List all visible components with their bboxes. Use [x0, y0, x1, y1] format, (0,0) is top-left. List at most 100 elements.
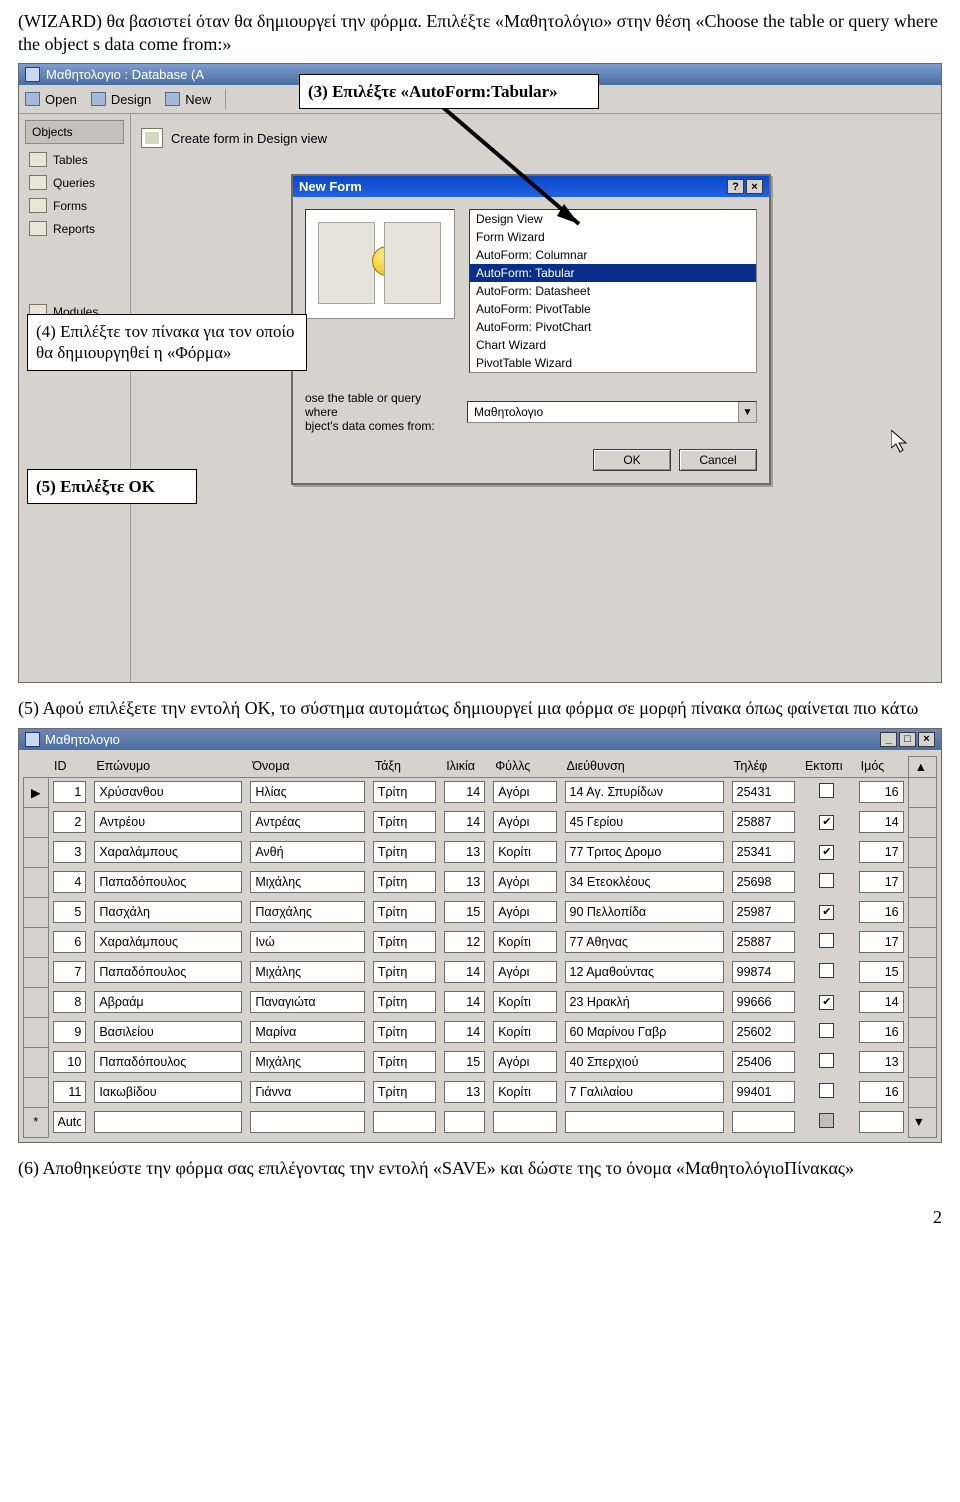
minimize-button[interactable]: _ [880, 732, 897, 747]
scrollbar-track[interactable] [908, 777, 936, 807]
cell-input[interactable] [565, 991, 724, 1013]
cell-input[interactable] [493, 1081, 556, 1103]
row-selector[interactable] [24, 987, 49, 1017]
cell-input[interactable] [53, 991, 87, 1013]
cell-input[interactable] [53, 1051, 87, 1073]
sidebar-item-tables[interactable]: Tables [19, 148, 130, 171]
checkbox[interactable] [819, 1053, 834, 1068]
checkbox[interactable] [819, 815, 834, 830]
cell-input[interactable] [373, 961, 436, 983]
scrollbar-track[interactable] [908, 807, 936, 837]
chevron-down-icon[interactable]: ▼ [738, 402, 756, 422]
cell-input[interactable] [859, 901, 904, 923]
cell-input[interactable] [94, 781, 242, 803]
create-form-design-view[interactable]: Create form in Design view [139, 124, 941, 152]
form-type-option[interactable]: AutoForm: Columnar [470, 246, 756, 264]
scrollbar-track[interactable] [908, 837, 936, 867]
row-selector[interactable] [24, 1077, 49, 1107]
cell-input[interactable] [444, 1051, 485, 1073]
open-button[interactable]: Open [25, 92, 77, 107]
cell-input[interactable] [53, 871, 87, 893]
row-selector[interactable] [24, 897, 49, 927]
cell-input[interactable] [859, 871, 904, 893]
checkbox[interactable] [819, 845, 834, 860]
cell-input[interactable] [732, 991, 795, 1013]
checkbox[interactable] [819, 963, 834, 978]
cell-input[interactable] [373, 1111, 436, 1133]
scrollbar-up-icon[interactable]: ▲ [908, 756, 936, 777]
cell-input[interactable] [859, 961, 904, 983]
cell-input[interactable] [250, 1081, 365, 1103]
cell-input[interactable] [444, 931, 485, 953]
checkbox[interactable] [819, 1023, 834, 1038]
cell-input[interactable] [444, 781, 485, 803]
cell-input[interactable] [565, 1111, 724, 1133]
cell-input[interactable] [373, 991, 436, 1013]
cell-input[interactable] [53, 841, 87, 863]
cell-input[interactable] [373, 1081, 436, 1103]
cell-input[interactable] [859, 1111, 904, 1133]
cell-input[interactable] [373, 871, 436, 893]
row-selector[interactable] [24, 867, 49, 897]
form-type-option[interactable]: Design View [470, 210, 756, 228]
sidebar-item-forms[interactable]: Forms [19, 194, 130, 217]
cell-input[interactable] [493, 1111, 556, 1133]
checkbox[interactable] [819, 933, 834, 948]
checkbox[interactable] [819, 905, 834, 920]
new-record-selector[interactable]: * [24, 1107, 49, 1137]
cell-input[interactable] [565, 781, 724, 803]
cell-input[interactable] [565, 1021, 724, 1043]
row-selector[interactable] [24, 837, 49, 867]
sidebar-item-reports[interactable]: Reports [19, 217, 130, 240]
cell-input[interactable] [493, 991, 556, 1013]
cell-input[interactable] [732, 781, 795, 803]
cell-input[interactable] [565, 1051, 724, 1073]
cell-input[interactable] [250, 811, 365, 833]
cell-input[interactable] [373, 901, 436, 923]
maximize-button[interactable]: □ [899, 732, 916, 747]
checkbox[interactable] [819, 873, 834, 888]
cell-input[interactable] [493, 1051, 556, 1073]
design-button[interactable]: Design [91, 92, 151, 107]
cell-input[interactable] [444, 991, 485, 1013]
row-selector[interactable]: ▶ [24, 777, 49, 807]
cell-input[interactable] [444, 1021, 485, 1043]
form-type-option[interactable]: AutoForm: Tabular [470, 264, 756, 282]
cell-input[interactable] [732, 1051, 795, 1073]
cell-input[interactable] [94, 991, 242, 1013]
cell-input[interactable] [565, 901, 724, 923]
cell-input[interactable] [94, 1081, 242, 1103]
scrollbar-track[interactable] [908, 957, 936, 987]
cell-input[interactable] [250, 841, 365, 863]
row-selector[interactable] [24, 927, 49, 957]
cell-input[interactable] [53, 961, 87, 983]
cell-input[interactable] [493, 781, 556, 803]
row-selector[interactable] [24, 1047, 49, 1077]
cell-input[interactable] [565, 961, 724, 983]
cell-input[interactable] [94, 1021, 242, 1043]
cell-input[interactable] [732, 961, 795, 983]
scrollbar-track[interactable] [908, 1047, 936, 1077]
checkbox[interactable] [819, 995, 834, 1010]
cell-input[interactable] [250, 1051, 365, 1073]
new-button[interactable]: New [165, 92, 211, 107]
scrollbar-track[interactable] [908, 1077, 936, 1107]
scrollbar-track[interactable] [908, 987, 936, 1017]
cell-input[interactable] [250, 1111, 365, 1133]
cell-input[interactable] [493, 931, 556, 953]
close-button[interactable]: × [918, 732, 935, 747]
form-type-list[interactable]: Design ViewForm WizardAutoForm: Columnar… [469, 209, 757, 373]
checkbox[interactable] [819, 1113, 834, 1128]
cancel-button[interactable]: Cancel [679, 449, 757, 471]
cell-input[interactable] [250, 1021, 365, 1043]
cell-input[interactable] [373, 811, 436, 833]
cell-input[interactable] [250, 961, 365, 983]
checkbox[interactable] [819, 1083, 834, 1098]
ok-button[interactable]: OK [593, 449, 671, 471]
cell-input[interactable] [444, 841, 485, 863]
cell-input[interactable] [94, 811, 242, 833]
form-type-option[interactable]: Chart Wizard [470, 336, 756, 354]
cell-input[interactable] [53, 811, 87, 833]
cell-input[interactable] [94, 841, 242, 863]
cell-input[interactable] [493, 811, 556, 833]
